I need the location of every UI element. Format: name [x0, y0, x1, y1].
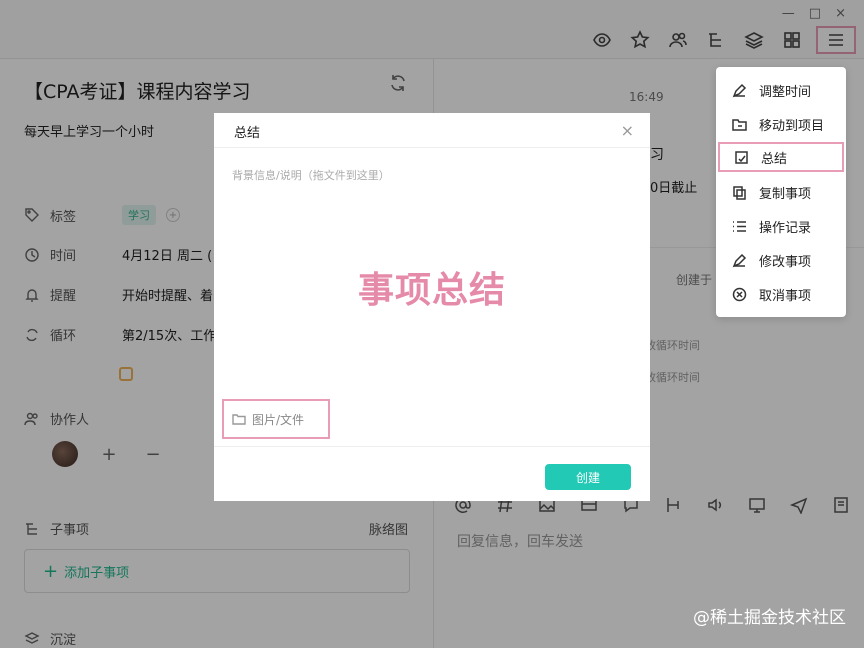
menu-item-history[interactable]: 操作记录 [718, 211, 844, 241]
watermark: @稀土掘金技术社区 [693, 608, 846, 628]
copy-icon [733, 185, 746, 200]
summary-textarea[interactable]: 背景信息/说明（拖文件到这里） [232, 167, 390, 183]
edit-icon [732, 253, 747, 267]
attach-label: 图片/文件 [252, 412, 305, 427]
menu-item-copy[interactable]: 复制事项 [718, 177, 844, 207]
create-button[interactable]: 创建 [545, 464, 631, 490]
menu-item-label: 操作记录 [759, 220, 812, 236]
close-icon[interactable]: × [621, 121, 634, 140]
menu-item-move-project[interactable]: 移动到项目 [718, 109, 844, 139]
app-window: — □ × 【CPA考证】课程内容学习 每天早上学习一个小时 标签 学习 + 时… [0, 0, 864, 648]
pen-icon [732, 83, 747, 97]
menu-item-label: 修改事项 [759, 254, 812, 270]
folder-icon [732, 118, 747, 131]
menu-item-label: 总结 [761, 151, 788, 167]
folder-icon [232, 414, 246, 425]
menu-item-edit[interactable]: 修改事项 [718, 245, 844, 275]
menu-item-summary[interactable]: 总结 [718, 142, 844, 172]
cancel-icon [732, 287, 747, 301]
more-menu: 调整时间 移动到项目 总结 复制事项 操作记录 修改事项 取消事项 [716, 67, 846, 317]
dialog-divider [214, 147, 650, 148]
menu-item-adjust-time[interactable]: 调整时间 [718, 75, 844, 105]
menu-item-label: 移动到项目 [759, 118, 825, 134]
menu-item-cancel[interactable]: 取消事项 [718, 279, 844, 309]
menu-item-label: 调整时间 [759, 84, 812, 100]
menu-item-label: 取消事项 [759, 288, 812, 304]
dialog-title: 总结 [234, 126, 261, 141]
menu-item-label: 复制事项 [759, 186, 812, 202]
summary-icon [735, 150, 748, 164]
summary-dialog: 总结 × 背景信息/说明（拖文件到这里） 事项总结 图片/文件 创建 [214, 113, 650, 501]
attach-file-button[interactable]: 图片/文件 [222, 399, 330, 439]
dialog-divider [214, 446, 650, 447]
annotation-label: 事项总结 [357, 270, 506, 311]
list-icon [733, 220, 746, 232]
